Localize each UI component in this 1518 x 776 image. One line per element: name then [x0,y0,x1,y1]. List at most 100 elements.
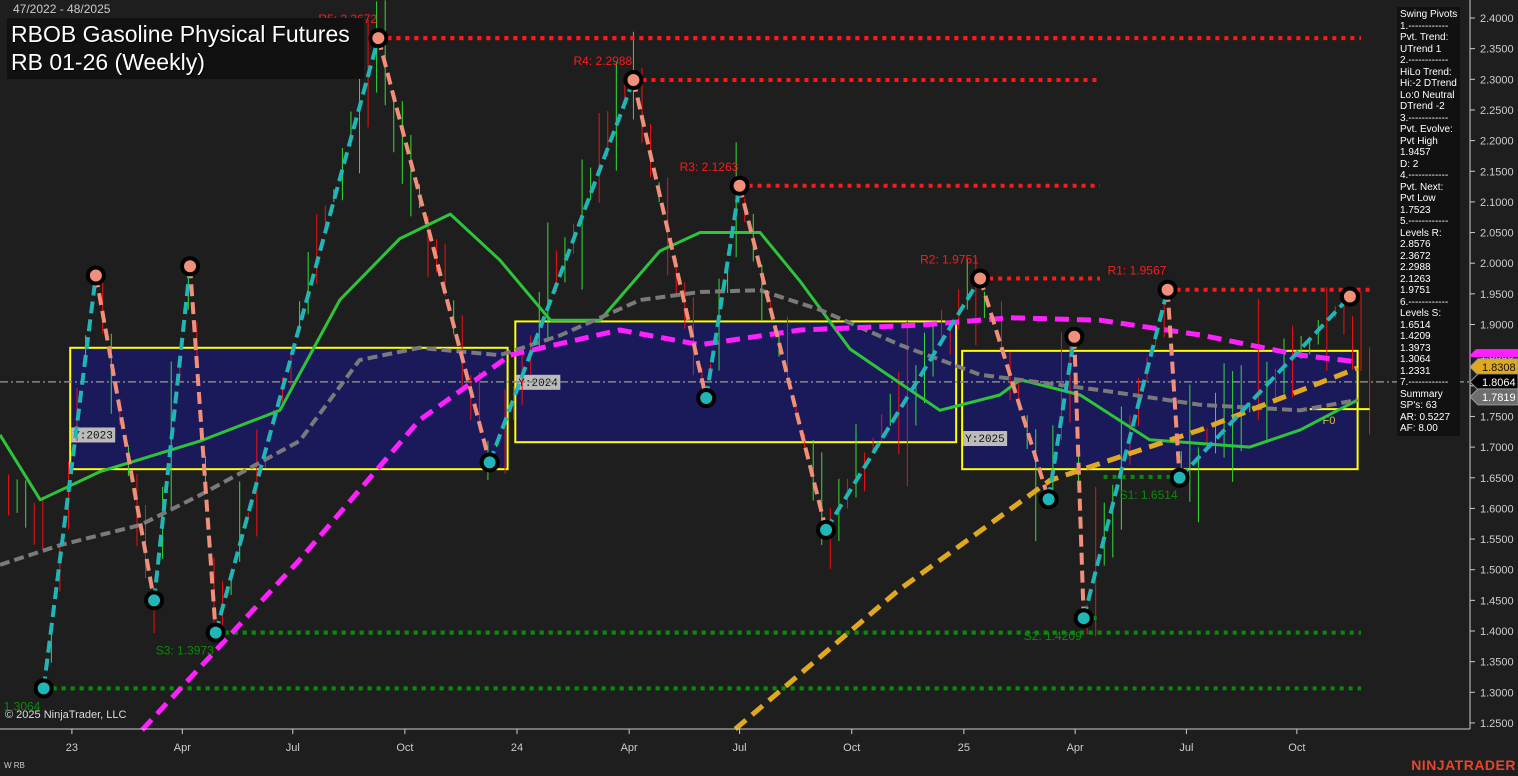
level-label: R3: 2.1263 [680,160,739,174]
swing-up-leg [213,37,381,634]
ninjatrader-logo: NINJATRADER [1411,757,1516,773]
level-label: R2: 1.9751 [920,252,979,266]
level-label: R1: 1.9567 [1108,264,1167,278]
year-label: Y:2023 [73,430,113,442]
swing-up-leg [41,275,98,689]
year-label: Y:2025 [965,434,1005,446]
y-tick-label: 1.3000 [1480,687,1514,699]
x-tick-label: Oct [396,742,413,754]
pivot-low-marker [696,388,717,409]
info-line: Lo:0 Neutral [1400,89,1455,101]
x-tick-label: 24 [511,742,523,754]
series-label: W RB [4,761,25,770]
info-line: SP's: 63 [1400,400,1437,411]
pivot-high-marker [368,28,389,49]
y-tick-label: 1.7000 [1480,442,1514,454]
level-label: R4: 2.2988 [573,54,632,68]
price-tag-label: 1.8308 [1482,362,1516,374]
info-line: HiLo Trend: [1400,66,1452,78]
info-line: Levels S: [1400,308,1442,319]
pivot-high-marker [1157,279,1178,300]
x-tick-label: Oct [843,742,860,754]
info-line: Pvt High [1400,135,1438,147]
y-tick-label: 2.1000 [1480,197,1514,209]
info-line: Pvt. Trend: [1400,32,1449,43]
info-line: 7.------------ [1400,377,1449,388]
pivot-low-marker [479,452,500,473]
pivot-low-marker [1038,489,1059,510]
pivot-low-marker [1169,467,1190,488]
pivot-high-marker [729,175,750,196]
y-tick-label: 2.0500 [1480,228,1514,240]
info-line: 6.------------ [1400,296,1449,308]
chart-title: RBOB Gasoline Physical Futures RB 01-26 … [7,18,364,79]
y-tick-label: 2.3500 [1480,44,1514,56]
price-chart[interactable]: Y:2023Y:2024Y:2025 R5: 2.3672R4: 2.2988R… [0,0,1518,776]
x-tick-label: Apr [621,742,638,754]
info-line: UTrend 1 [1400,43,1442,55]
y-tick-label: 1.5000 [1480,565,1514,577]
magenta-price-tag [1470,349,1518,358]
info-line: 1.3064 [1400,354,1431,365]
info-line: 1.7523 [1400,204,1431,216]
pivot-high-marker [1064,326,1085,347]
x-tick-label: Jul [286,742,300,754]
info-line: Pvt. Evolve: [1400,124,1453,135]
y-tick-label: 2.3000 [1480,74,1514,86]
y-tick-label: 1.5500 [1480,534,1514,546]
info-line: Swing Pivots [1400,9,1458,20]
info-line: 4.------------ [1400,170,1449,181]
y-tick-label: 2.1500 [1480,166,1514,178]
pivot-high-marker [623,70,644,91]
x-tick-label: Jul [1179,742,1193,754]
y-tick-label: 1.6000 [1480,503,1514,515]
y-tick-label: 1.3500 [1480,657,1514,669]
y-tick-label: 2.2500 [1480,105,1514,117]
info-line: 2.------------ [1400,55,1449,66]
info-line: 1.6514 [1400,319,1431,331]
info-line: 1.3973 [1400,342,1431,354]
info-line: AF: 8.00 [1400,423,1438,434]
pivot-low-marker [144,590,165,611]
pivot-low-marker [816,519,837,540]
x-tick-label: Apr [1067,742,1084,754]
info-line: 1.2331 [1400,365,1431,377]
x-tick-label: Apr [174,742,191,754]
x-tick-label: 25 [958,742,970,754]
y-tick-label: 1.4500 [1480,595,1514,607]
pivot-low-marker [205,622,226,643]
x-tick-label: Oct [1288,742,1305,754]
info-line: 3.------------ [1400,112,1449,124]
pivot-low-marker [1073,608,1094,629]
swing-pivots-panel: Swing Pivots 1.------------ Pvt. Trend: UTr… [1397,7,1460,436]
info-line: Levels R: [1400,227,1442,239]
price-tag-label: 1.7819 [1482,392,1516,404]
instrument-name: RBOB Gasoline Physical Futures [11,21,350,47]
info-line: DTrend -2 [1400,101,1445,112]
level-label: S1: 1.6514 [1120,488,1178,502]
pivot-high-marker [85,265,106,286]
copyright: © 2025 NinjaTrader, LLC [5,709,127,721]
pivot-low-marker [33,678,54,699]
pivot-high-marker [970,268,991,289]
y-tick-label: 1.7500 [1480,411,1514,423]
info-line: 1.9751 [1400,285,1431,296]
info-line: 1.------------ [1400,20,1449,32]
contract-period: RB 01-26 (Weekly) [11,49,205,75]
pivot-high-marker [180,256,201,277]
info-line: Pvt Low [1400,193,1436,204]
date-range: 47/2022 - 48/2025 [13,2,111,16]
info-line: AR: 0.5227 [1400,411,1451,423]
y-tick-label: 1.9000 [1480,320,1514,332]
price-tag-label: 1.8064 [1482,377,1516,389]
info-line: Pvt. Next: [1400,181,1444,193]
info-line: 2.3672 [1400,250,1431,262]
year-label: Y:2024 [518,378,558,390]
y-tick-label: 2.2000 [1480,136,1514,148]
info-line: 5.------------ [1400,216,1449,227]
y-tick-label: 1.2500 [1480,718,1514,730]
y-tick-label: 2.4000 [1480,13,1514,25]
y-tick-label: 2.0000 [1480,258,1514,270]
info-line: Summary [1400,388,1443,400]
y-tick-label: 1.9500 [1480,289,1514,301]
